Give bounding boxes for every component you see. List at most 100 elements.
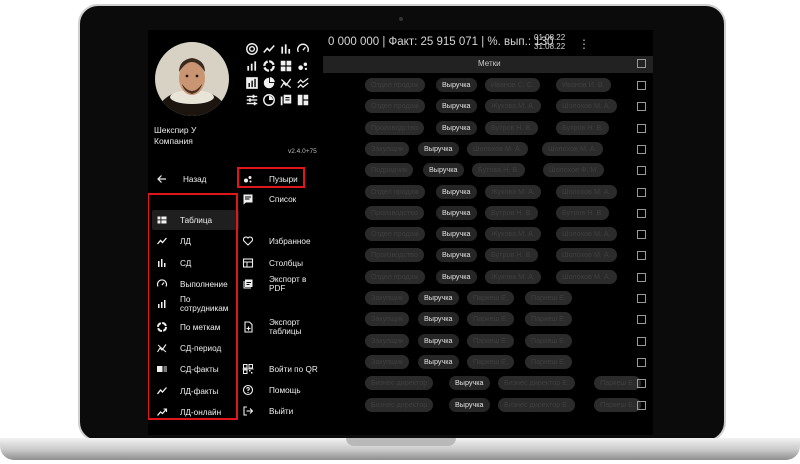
row-checkbox[interactable] [637,102,646,112]
row-checkbox[interactable] [637,81,646,90]
tag-chip[interactable]: Жукова М. А. [485,269,541,284]
row-checkbox[interactable] [637,400,646,410]
gauge-icon[interactable] [245,42,259,56]
metric-chip[interactable]: Выручка [436,99,477,114]
action-item-5[interactable]: Экспорт в PDF [241,274,319,294]
row-checkbox[interactable] [637,272,646,282]
tag-chip[interactable]: Паркеш Е. [525,333,572,348]
tag-chip[interactable]: Закупщик [365,312,410,327]
action-item-7[interactable]: Войти по QR [241,359,319,379]
row-checkbox[interactable] [637,208,646,218]
metric-chip[interactable]: Выручка [436,184,477,199]
row-checkbox[interactable] [637,357,646,367]
tag-chip[interactable]: Подрядчик [365,163,414,178]
tag-chip[interactable]: Закупщик [365,141,410,156]
speedometer-icon[interactable] [296,42,310,56]
metric-chip[interactable]: Выручка [436,269,477,284]
dashboard-icon[interactable] [279,59,293,73]
tag-chip[interactable]: Шолохов М. А. [556,99,617,114]
row-checkbox[interactable] [637,123,646,133]
row-checkbox[interactable] [637,230,646,240]
tag-chip[interactable]: Бизнес директор Е. [498,397,576,412]
avatar[interactable] [155,42,229,116]
action-item-6[interactable]: Экспорт таблицы [241,314,319,340]
metric-chip[interactable]: Выручка [436,205,477,220]
back-button[interactable]: Назад [155,169,235,189]
tag-chip[interactable]: Паркеш Е. [594,376,641,391]
tag-chip[interactable]: Паркеш Е. [467,291,514,305]
metric-chip[interactable]: Выручка [418,312,459,327]
tag-chip[interactable]: Шолохов М. А. [556,269,617,284]
tag-chip[interactable]: Бутров Н. В. [485,205,539,220]
row-checkbox[interactable] [637,336,646,346]
tag-chip[interactable]: Жукова М. А. [485,184,541,199]
library-icon[interactable] [279,93,293,107]
metric-chip[interactable]: Выручка [423,163,464,178]
tag-chip[interactable]: Отдел продаж [365,269,425,284]
bar-box-icon[interactable] [245,76,259,90]
metric-chip[interactable]: Выручка [436,78,477,92]
tag-chip[interactable]: Шолохов Ф. М. [543,163,605,178]
tag-chip[interactable]: Шолохов М. А. [467,141,528,156]
action-item-8[interactable]: Помощь [241,380,319,400]
row-checkbox[interactable] [637,187,646,197]
tag-chip[interactable]: Паркеш Е. [594,397,641,412]
action-item-3[interactable]: Избранное [241,231,319,251]
tag-chip[interactable]: Производство [365,120,424,135]
tag-chip[interactable]: Паркеш Е. [467,312,514,327]
tag-chip[interactable]: Бутров Н. В. [556,205,610,220]
kebab-icon[interactable]: ⋮ [578,37,590,51]
tag-chip[interactable]: Производство [365,205,424,220]
row-checkbox[interactable] [637,379,646,389]
tag-chip[interactable]: Закупщик [365,333,410,348]
tag-chip[interactable]: Отдел продаж [365,184,425,199]
tag-chip[interactable]: Бизнес директор [365,397,434,412]
multiline-icon[interactable] [296,76,310,90]
row-checkbox[interactable] [637,144,646,154]
tag-chip[interactable]: Паркеш Е. [525,354,572,369]
metric-chip[interactable]: Выручка [418,291,459,305]
metric-chip[interactable]: Выручка [436,120,477,135]
metric-chip[interactable]: Выручка [436,248,477,263]
tag-chip[interactable]: Шолохов М. А. [556,184,617,199]
bar-chart-small-icon[interactable] [245,59,259,73]
tag-chip[interactable]: Бизнес директор Е. [498,376,576,391]
row-checkbox[interactable] [637,166,646,176]
pie-chart-icon[interactable] [262,76,276,90]
bubble-chart-icon[interactable] [296,59,310,73]
action-item-4[interactable]: Столбцы [241,253,319,273]
tag-chip[interactable]: Паркеш Е. [525,291,572,305]
select-all-checkbox[interactable] [637,59,646,68]
tag-chip[interactable]: Отдел продаж [365,78,425,92]
metric-chip[interactable]: Выручка [418,141,459,156]
action-item-9[interactable]: Выйти [241,401,319,421]
metric-chip[interactable]: Выручка [449,376,490,391]
row-checkbox[interactable] [637,294,646,303]
line-chart-icon[interactable] [262,42,276,56]
tag-chip[interactable]: Паркеш Е. [467,354,514,369]
tag-chip[interactable]: Шолохов М. А. [556,227,617,242]
tag-chip[interactable]: Закупщик [365,291,410,305]
row-checkbox[interactable] [637,315,646,325]
tag-chip[interactable]: Паркеш Е. [467,333,514,348]
tag-chip[interactable]: Иванов С. С. [485,78,541,92]
tag-chip[interactable]: Закупщик [365,354,410,369]
tag-chip[interactable]: Паркеш Е. [525,312,572,327]
metric-chip[interactable]: Выручка [449,397,490,412]
tag-chip[interactable]: Жукова М. А. [485,99,541,114]
metric-chip[interactable]: Выручка [436,227,477,242]
tag-chip[interactable]: Жукова М. А. [485,227,541,242]
tag-chip[interactable]: Шолохов М. А. [556,248,617,263]
metric-chip[interactable]: Выручка [418,354,459,369]
tag-chip[interactable]: Бутров Н. В. [485,120,539,135]
tag-chip[interactable]: Бизнес директор [365,376,434,391]
metric-chip[interactable]: Выручка [418,333,459,348]
donut-icon[interactable] [262,59,276,73]
tag-chip[interactable]: Отдел продаж [365,99,425,114]
tag-chip[interactable]: Производство [365,248,424,263]
chart-period-icon[interactable] [279,76,293,90]
tag-chip[interactable]: Бутова Н. В. [472,163,526,178]
bar-chart-icon[interactable] [279,42,293,56]
tag-chip[interactable]: Бутров Н. В. [485,248,539,263]
row-checkbox[interactable] [637,251,646,261]
